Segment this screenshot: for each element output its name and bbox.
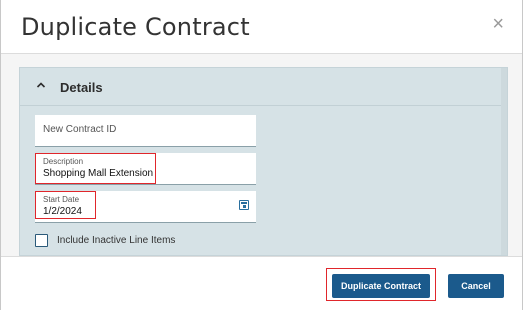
dialog-body: Details New Contract ID Description Shop… (1, 54, 522, 256)
include-inactive-checkbox[interactable] (35, 234, 48, 247)
start-date-field[interactable]: Start Date 1/2/2024 (35, 191, 256, 223)
cancel-button[interactable]: Cancel (448, 274, 504, 298)
description-value: Shopping Mall Extension (43, 168, 154, 179)
start-date-label: Start Date (43, 195, 80, 204)
contract-id-placeholder: New Contract ID (43, 124, 117, 135)
dialog-title: Duplicate Contract (21, 13, 250, 41)
description-field[interactable]: Description Shopping Mall Extension (35, 153, 256, 185)
start-date-value: 1/2/2024 (43, 206, 82, 217)
duplicate-contract-dialog: Duplicate Contract × Details New Contrac… (0, 0, 523, 310)
description-label: Description (43, 157, 84, 166)
details-panel-title: Details (60, 80, 103, 95)
duplicate-contract-button[interactable]: Duplicate Contract (332, 274, 430, 298)
close-icon[interactable]: × (492, 14, 504, 34)
dialog-footer: Duplicate Contract Cancel (1, 256, 522, 310)
calendar-icon[interactable] (239, 200, 249, 210)
chevron-up-icon (36, 82, 46, 88)
contract-id-field[interactable]: New Contract ID (35, 115, 256, 147)
include-inactive-label: Include Inactive Line Items (57, 235, 176, 246)
panel-scrollbar[interactable] (501, 68, 507, 255)
details-panel: Details New Contract ID Description Shop… (19, 67, 508, 256)
dialog-header: Duplicate Contract × (1, 0, 522, 54)
details-panel-header[interactable]: Details (20, 68, 507, 106)
